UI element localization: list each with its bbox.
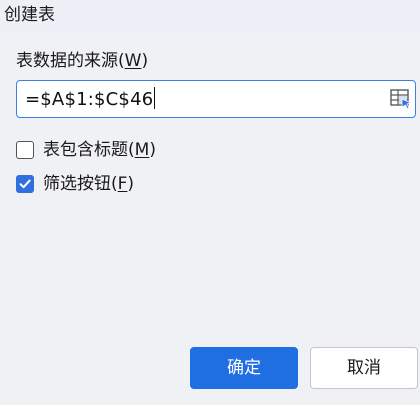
text-caret [154, 87, 156, 109]
filter-buttons-label[interactable]: 筛选按钮(F) [43, 172, 134, 196]
ok-button[interactable]: 确定 [190, 347, 298, 389]
checkmark-icon [19, 179, 31, 189]
has-header-label[interactable]: 表包含标题(M) [43, 138, 156, 162]
filter-buttons-suffix: ) [127, 174, 135, 194]
range-label-suffix: ) [141, 51, 149, 71]
filter-buttons-checkbox[interactable] [16, 175, 34, 193]
has-header-suffix: ) [149, 140, 156, 160]
create-table-dialog: 创建表 表数据的来源(W) =$A$1:$C$46 表包含标题(M) 筛选按钮(… [0, 0, 420, 405]
range-input[interactable]: =$A$1:$C$46 [16, 80, 416, 118]
filter-buttons-option[interactable]: 筛选按钮(F) [16, 171, 134, 197]
title-bar: 创建表 [0, 0, 420, 34]
range-label-mnemonic: W [124, 51, 142, 71]
range-input-value[interactable]: =$A$1:$C$46 [25, 87, 156, 113]
range-select-icon[interactable] [389, 87, 413, 111]
dialog-title: 创建表 [4, 5, 55, 25]
has-header-option[interactable]: 表包含标题(M) [16, 137, 156, 163]
has-header-mnemonic: M [134, 140, 150, 160]
range-label: 表数据的来源(W) [16, 49, 148, 73]
cancel-button[interactable]: 取消 [310, 347, 418, 389]
has-header-checkbox[interactable] [16, 141, 34, 159]
has-header-label-text: 表包含标题( [43, 140, 135, 160]
range-label-text: 表数据的来源( [16, 51, 125, 71]
range-input-text: =$A$1:$C$46 [25, 89, 154, 110]
filter-buttons-mnemonic: F [117, 174, 128, 194]
filter-buttons-label-text: 筛选按钮( [43, 174, 118, 194]
